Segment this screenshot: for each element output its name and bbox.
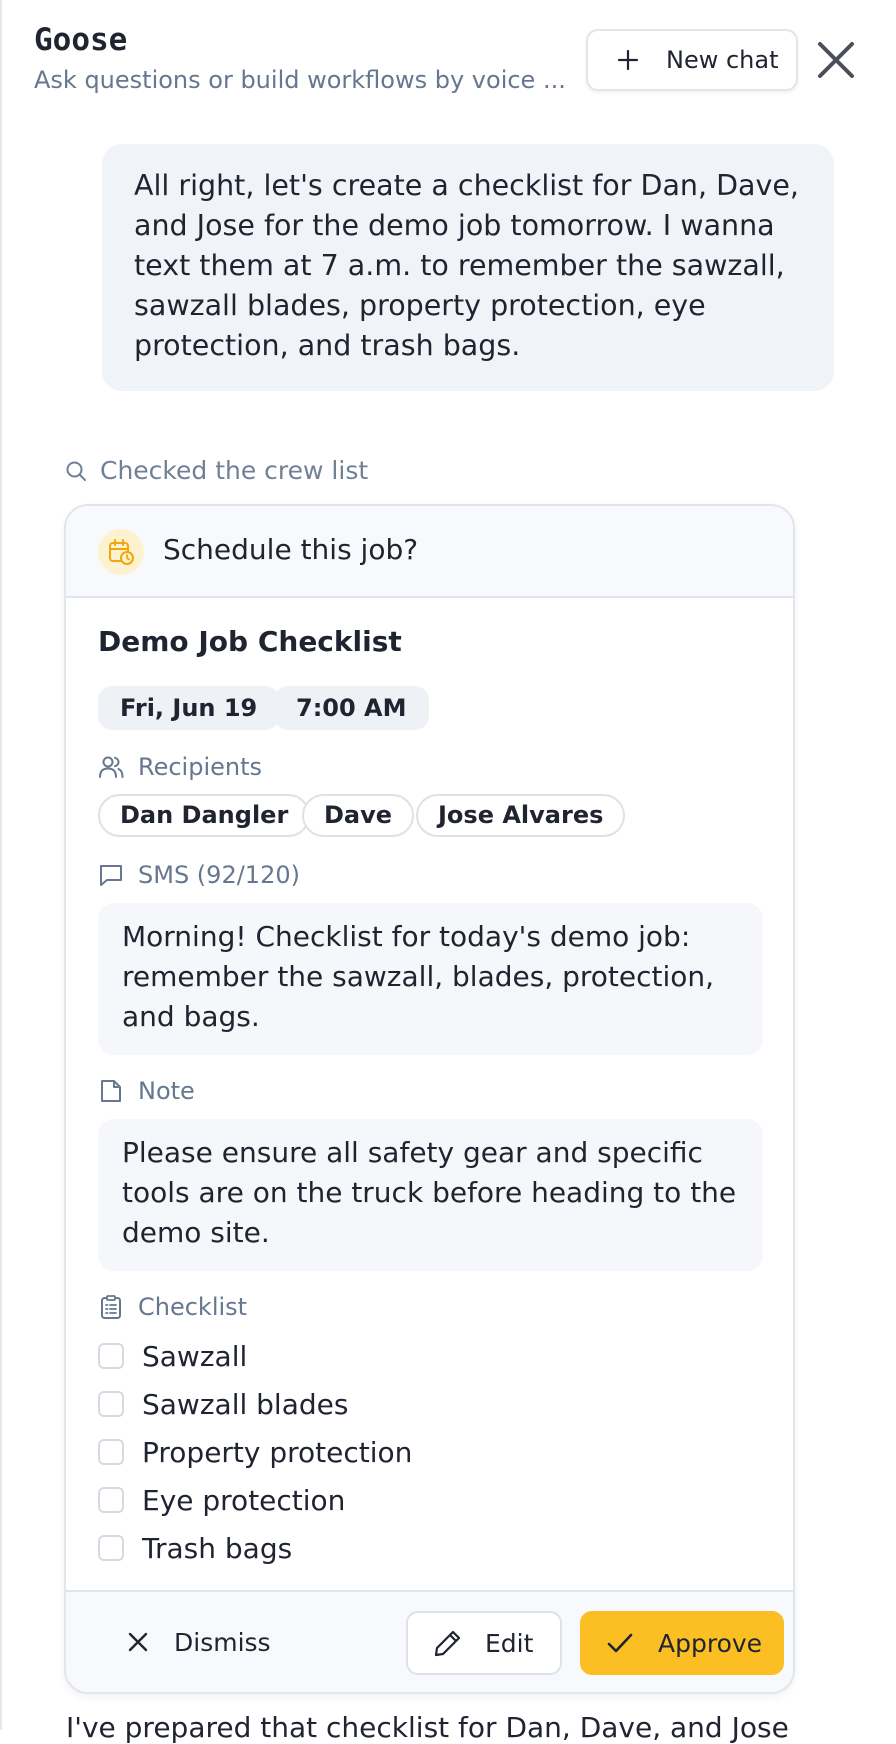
check-icon <box>607 1633 633 1653</box>
checklist-item[interactable]: Eye protection <box>98 1476 412 1524</box>
pencil-icon <box>434 1630 461 1657</box>
close-icon <box>128 1632 148 1652</box>
edit-button[interactable]: Edit <box>406 1611 562 1675</box>
checklist-item[interactable]: Property protection <box>98 1428 412 1476</box>
app-subtitle: Ask questions or build workflows by voic… <box>34 66 566 94</box>
checklist-item-label: Eye protection <box>142 1483 346 1517</box>
note-label: Note <box>98 1077 195 1105</box>
approve-label: Approve <box>658 1628 763 1658</box>
approve-button[interactable]: Approve <box>580 1611 784 1675</box>
checklist: Sawzall Sawzall blades Property protecti… <box>98 1332 412 1572</box>
users-icon <box>99 756 124 778</box>
recipients-label: Recipients <box>98 753 262 781</box>
checklist-item[interactable]: Trash bags <box>98 1524 412 1572</box>
app-title: Goose <box>34 22 128 58</box>
left-border <box>0 0 2 1730</box>
sms-label: SMS (92/120) <box>98 861 300 889</box>
recipient-pill[interactable]: Dave <box>302 794 415 837</box>
checkbox[interactable] <box>98 1343 124 1369</box>
sms-text[interactable]: Morning! Checklist for today's demo job:… <box>98 903 763 1055</box>
search-icon <box>66 461 86 481</box>
calendar-clock-icon <box>98 529 144 575</box>
tool-status: Checked the crew list <box>64 456 368 485</box>
new-chat-button[interactable]: New chat <box>586 29 798 91</box>
schedule-job-card: Schedule this job? Demo Job Checklist Fr… <box>64 504 795 1694</box>
checkbox[interactable] <box>98 1487 124 1513</box>
checklist-item-label: Property protection <box>142 1435 413 1469</box>
message-icon <box>100 865 122 886</box>
checklist-item[interactable]: Sawzall <box>98 1332 412 1380</box>
date-chip[interactable]: Fri, Jun 19 <box>98 686 280 730</box>
job-title: Demo Job Checklist <box>98 625 402 658</box>
user-message-bubble: All right, let's create a checklist for … <box>102 144 834 391</box>
checklist-item-label: Sawzall <box>142 1339 248 1373</box>
checkbox[interactable] <box>98 1439 124 1465</box>
assistant-reply: I've prepared that checklist for Dan, Da… <box>66 1711 789 1744</box>
edit-label: Edit <box>485 1628 534 1658</box>
new-chat-label: New chat <box>666 46 779 74</box>
card-header: Schedule this job? <box>66 506 793 598</box>
checklist-item-label: Trash bags <box>142 1531 293 1565</box>
checklist-item-label: Sawzall blades <box>142 1387 349 1421</box>
tool-status-text: Checked the crew list <box>100 456 369 485</box>
recipient-pill[interactable]: Dan Dangler <box>98 794 311 837</box>
dismiss-button[interactable]: Dismiss <box>126 1622 271 1662</box>
plus-icon <box>617 49 639 71</box>
card-title: Schedule this job? <box>163 533 419 566</box>
card-actions: Dismiss Edit Approve <box>66 1590 793 1692</box>
checklist-item[interactable]: Sawzall blades <box>98 1380 412 1428</box>
recipient-pill[interactable]: Jose Alvares <box>416 794 626 837</box>
checkbox[interactable] <box>98 1391 124 1417</box>
note-text[interactable]: Please ensure all safety gear and specif… <box>98 1119 763 1271</box>
checkbox[interactable] <box>98 1535 124 1561</box>
note-icon <box>101 1080 121 1102</box>
close-icon[interactable] <box>814 38 858 82</box>
dismiss-label: Dismiss <box>174 1627 271 1657</box>
time-chip[interactable]: 7:00 AM <box>274 686 429 730</box>
clipboard-list-icon <box>101 1295 121 1319</box>
checklist-label: Checklist <box>98 1293 247 1321</box>
